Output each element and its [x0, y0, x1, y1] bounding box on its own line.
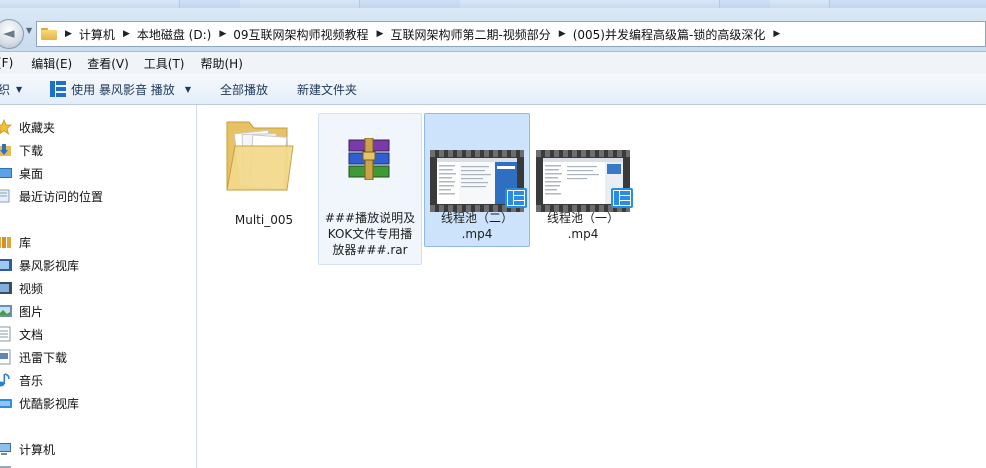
chevron-right-icon[interactable]: ▶: [559, 29, 566, 39]
file-name-line: KOK文件专用播: [327, 227, 413, 241]
breadcrumb-phase[interactable]: 互联网架构师第二期-视频部分: [390, 26, 550, 43]
nav-videos[interactable]: 视频: [0, 278, 43, 298]
play-all-button[interactable]: 全部播放: [220, 81, 268, 98]
video-library-icon: [0, 257, 12, 273]
nav-documents[interactable]: 文档: [0, 324, 43, 344]
window-title-strip: [0, 0, 986, 8]
nav-label: 暴风影视库: [19, 258, 80, 273]
menu-tools[interactable]: 工具(T): [144, 55, 185, 72]
thunder-download-icon: [0, 349, 12, 365]
file-item-folder[interactable]: Multi_005: [216, 113, 312, 231]
chevron-down-icon: ▼: [184, 84, 191, 94]
address-bar[interactable]: ▶ 计算机 ▶ 本地磁盘 (D:) ▶ 09互联网架构师视频教程 ▶ 互联网架构…: [36, 21, 986, 47]
nav-label: 优酷影视库: [19, 396, 80, 411]
baofeng-play-icon: [50, 81, 67, 97]
new-folder-button[interactable]: 新建文件夹: [297, 81, 357, 98]
breadcrumb-course[interactable]: 09互联网架构师视频教程: [233, 26, 368, 43]
nav-label: 视频: [19, 281, 44, 296]
nav-computer[interactable]: 计算机: [0, 439, 55, 459]
file-name-line: .mp4: [461, 227, 493, 241]
title-tab: [240, 0, 360, 8]
nav-label: 桌面: [19, 166, 44, 181]
nav-thunder-downloads[interactable]: 迅雷下载: [0, 347, 67, 367]
chevron-right-icon[interactable]: ▶: [773, 29, 780, 39]
menu-help[interactable]: 帮助(H): [201, 55, 243, 72]
file-name-line: .mp4: [567, 227, 599, 241]
download-folder-icon: [0, 142, 12, 158]
chevron-right-icon[interactable]: ▶: [123, 29, 130, 39]
chevron-right-icon[interactable]: ▶: [377, 29, 384, 39]
nav-label: 下载: [19, 143, 44, 158]
music-note-icon: [0, 372, 12, 388]
nav-music[interactable]: 音乐: [0, 370, 43, 390]
star-icon: [0, 118, 13, 136]
file-item-video[interactable]: 线程池（一） .mp4: [530, 113, 636, 247]
recent-pages-dropdown-icon[interactable]: ▼: [26, 26, 32, 35]
recent-places-icon: [0, 188, 12, 204]
desktop-icon: [0, 165, 12, 181]
nav-youku-library[interactable]: 优酷影视库: [0, 393, 79, 413]
folder-icon: [41, 28, 57, 40]
youku-library-icon: [0, 395, 12, 411]
film-icon: [0, 280, 12, 296]
file-name-line: 线程池（二）: [440, 211, 513, 225]
nav-partial-item[interactable]: [0, 461, 19, 468]
file-item-video[interactable]: 线程池（二） .mp4: [424, 113, 530, 247]
winrar-archive-icon: [348, 138, 390, 180]
organize-button[interactable]: 织 ▼: [0, 81, 22, 98]
nav-desktop[interactable]: 桌面: [0, 163, 43, 183]
nav-label: 音乐: [19, 373, 44, 388]
chevron-right-icon[interactable]: ▶: [65, 29, 72, 39]
nav-label: 库: [19, 235, 32, 250]
nav-libraries[interactable]: 库: [0, 232, 31, 252]
nav-label: 收藏夹: [19, 120, 56, 135]
play-with-label: 使用 暴风影音 播放: [71, 82, 175, 97]
file-name-line: ###播放说明及: [324, 211, 416, 225]
file-list: Multi_005 ###播放说明及 KOK文件专用播 放器###.rar 线程…: [198, 105, 986, 468]
menu-view[interactable]: 查看(V): [87, 55, 129, 72]
picture-icon: [0, 303, 12, 319]
file-name: Multi_005: [234, 213, 294, 227]
title-tab: [460, 0, 720, 8]
nav-pictures[interactable]: 图片: [0, 301, 43, 321]
breadcrumb-computer[interactable]: 计算机: [79, 26, 115, 43]
menu-bar: (F) 编辑(E) 查看(V) 工具(T) 帮助(H): [0, 52, 986, 74]
nav-downloads[interactable]: 下载: [0, 140, 43, 160]
document-icon: [0, 326, 12, 342]
baofeng-video-badge-icon: [611, 188, 633, 208]
back-arrow-icon: ◄: [3, 24, 15, 42]
nav-favorites[interactable]: 收藏夹: [0, 117, 55, 137]
title-tab: [0, 0, 180, 8]
command-toolbar: 织 ▼ 使用 暴风影音 播放 ▼ 全部播放 新建文件夹: [0, 74, 986, 105]
file-item-rar[interactable]: ###播放说明及 KOK文件专用播 放器###.rar: [318, 113, 422, 265]
nav-label: 文档: [19, 327, 44, 342]
nav-label: 计算机: [19, 442, 56, 457]
computer-icon: [0, 441, 12, 457]
navigation-pane: 收藏夹 下载 桌面 最近访问的位置 库 暴风影视库 视频 图片 文档 迅雷下载 …: [0, 105, 197, 468]
nav-label: 迅雷下载: [19, 350, 68, 365]
library-icon: [0, 234, 12, 250]
chevron-down-icon: ▼: [16, 84, 23, 94]
menu-file[interactable]: (F): [0, 56, 13, 70]
menu-edit[interactable]: 编辑(E): [31, 55, 72, 72]
organize-label: 织: [0, 82, 11, 97]
nav-baofeng-library[interactable]: 暴风影视库: [0, 255, 79, 275]
back-button[interactable]: ◄: [0, 19, 24, 49]
nav-label: 图片: [19, 304, 44, 319]
nav-recent-places[interactable]: 最近访问的位置: [0, 186, 103, 206]
file-name-line: 放器###.rar: [332, 243, 408, 257]
drive-icon: [0, 463, 12, 468]
nav-label: 最近访问的位置: [19, 189, 104, 204]
folder-icon: [226, 121, 294, 191]
file-name-line: 线程池（一）: [546, 211, 619, 225]
chevron-right-icon[interactable]: ▶: [219, 29, 226, 39]
title-tab: [770, 0, 830, 8]
breadcrumb-current-folder[interactable]: (005)并发编程高级篇-锁的高级深化: [573, 26, 766, 43]
breadcrumb-drive-d[interactable]: 本地磁盘 (D:): [137, 26, 211, 43]
play-with-button[interactable]: 使用 暴风影音 播放 ▼: [50, 81, 191, 98]
baofeng-video-badge-icon: [505, 188, 527, 208]
address-row: ◄ ▼ ▶ 计算机 ▶ 本地磁盘 (D:) ▶ 09互联网架构师视频教程 ▶ 互…: [0, 8, 986, 52]
